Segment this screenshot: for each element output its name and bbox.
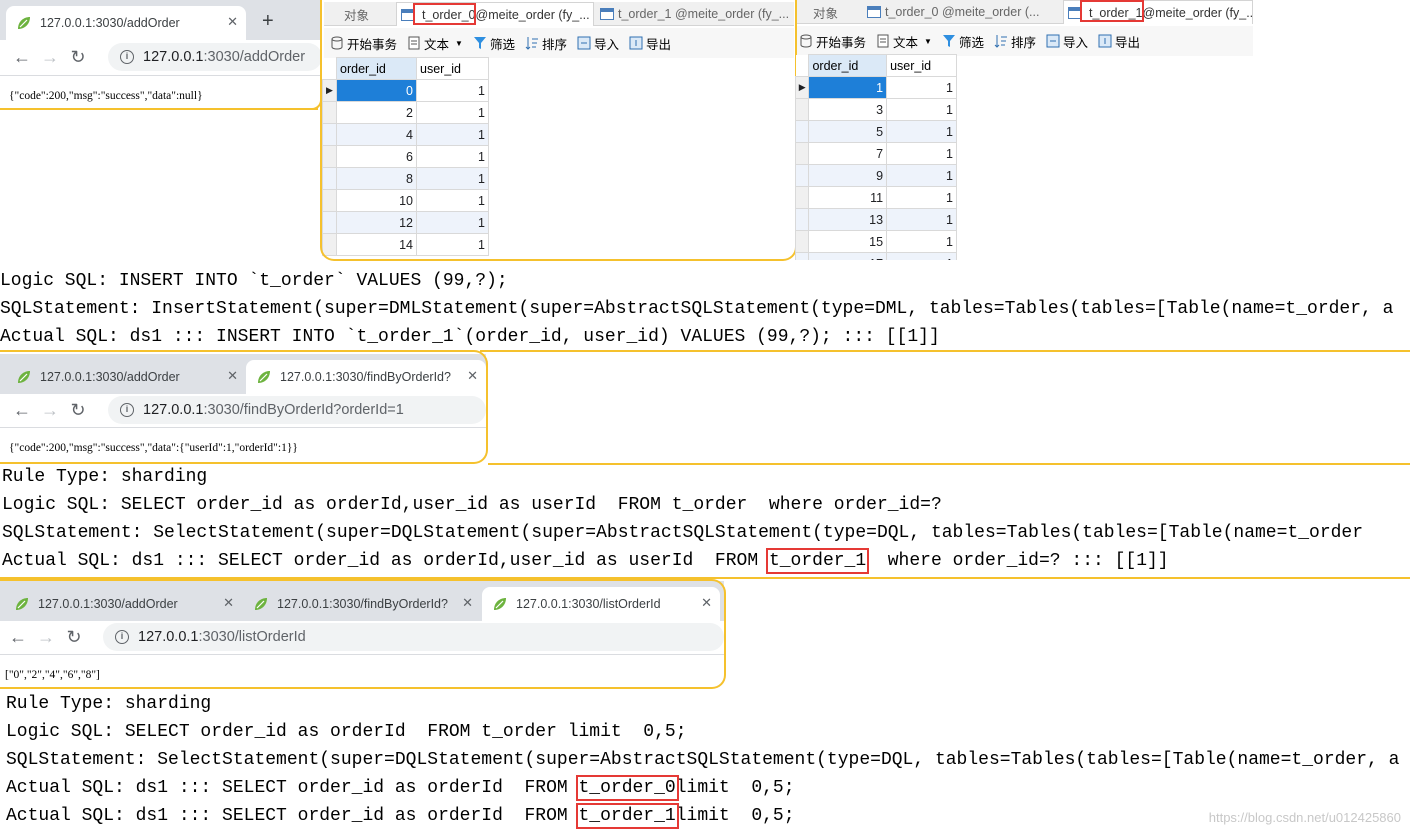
tab-t-order-0[interactable]: t_order_0 @meite_order (... [863, 0, 1059, 24]
log3-actual-sql-1: Actual SQL: ds1 ::: SELECT order_id as o… [6, 775, 795, 801]
table-row[interactable]: 91 [795, 164, 957, 187]
red-highlight-box [1080, 0, 1144, 22]
table-row[interactable]: 15 1 [795, 230, 957, 253]
table-name-highlight: t_order_1 [765, 548, 870, 574]
import-button[interactable]: 导入 [1046, 32, 1088, 51]
log1-actual-sql: Actual SQL: ds1 ::: INSERT INTO `t_order… [0, 327, 940, 347]
log1-sqlstatement: SQLStatement: InsertStatement(super=DMLS… [0, 299, 1394, 319]
import-icon [1046, 34, 1060, 48]
browser2-highlight-frame [0, 350, 488, 464]
navicat2-tabbar: 对象 t_order_0 @meite_order (... t_order_1… [797, 0, 1253, 24]
log1-logic-sql: Logic SQL: INSERT INTO `t_order` VALUES … [0, 271, 508, 291]
log2-rule-type: Rule Type: sharding [2, 467, 208, 487]
column-header-user-id[interactable]: user_id [886, 54, 957, 77]
tab-objects[interactable]: 对象 [813, 0, 863, 24]
log2-logic-sql: Logic SQL: SELECT order_id as orderId,us… [2, 495, 942, 515]
table-row[interactable]: 11 1 [795, 186, 957, 209]
export-button[interactable]: 导出 [1098, 32, 1140, 51]
log2-actual-sql: Actual SQL: ds1 ::: SELECT order_id as o… [2, 548, 1169, 574]
begin-transaction-button[interactable]: 开始事务 [799, 32, 866, 51]
log3-logic-sql: Logic SQL: SELECT order_id as orderId FR… [6, 722, 687, 742]
sort-icon [994, 35, 1007, 48]
section-divider [480, 350, 1410, 352]
navicat1-highlight-frame [320, 0, 797, 261]
watermark: https://blog.csdn.net/u012425860 [1208, 810, 1401, 825]
table-icon [867, 6, 881, 18]
log3-rule-type: Rule Type: sharding [6, 694, 212, 714]
sort-button[interactable]: 排序 [994, 32, 1036, 51]
filter-icon [942, 35, 955, 47]
table-row[interactable]: 71 [795, 142, 957, 165]
database-icon [800, 34, 812, 48]
log3-sqlstatement: SQLStatement: SelectStatement(super=DQLS… [6, 750, 1400, 770]
dropdown-caret-icon: ▼ [924, 36, 932, 46]
navicat2-toolbar: 开始事务 文本 ▼ 筛选 排序 导入 导出 [797, 26, 1253, 56]
url-rest: :3030/addOrder [203, 49, 306, 65]
filter-button[interactable]: 筛选 [942, 32, 984, 51]
new-tab-button[interactable]: + [262, 10, 274, 33]
browser1-address-bar[interactable]: i 127.0.0.1:3030/addOrder [108, 43, 322, 71]
table-row[interactable]: 31 [795, 98, 957, 121]
tab-label-rest: @meite_order (fy_... [1142, 5, 1253, 20]
forward-arrow-icon[interactable]: → [36, 47, 64, 68]
table-name-highlight: t_order_0 [575, 775, 679, 801]
export-icon [1098, 34, 1112, 48]
log3-actual-sql-2: Actual SQL: ds1 ::: SELECT order_id as o… [6, 803, 795, 829]
text-button[interactable]: 文本 ▼ [876, 32, 932, 51]
tab-label: t_order_0 @meite_order (... [885, 5, 1040, 19]
log2-sqlstatement: SQLStatement: SelectStatement(super=DQLS… [2, 523, 1364, 543]
spring-leaf-icon [18, 17, 30, 29]
navicat2-data-grid: order_id user_id ▶ 1 1 31 51 71 91 11 1 13 1 … [795, 54, 957, 260]
column-header-order-id[interactable]: order_id [808, 54, 888, 77]
table-row[interactable]: 171 [795, 252, 957, 260]
row-pointer-icon: ▶ [795, 76, 810, 99]
close-tab-icon[interactable]: ✕ [227, 14, 238, 30]
table-row[interactable]: ▶ 1 1 [795, 76, 957, 99]
document-icon [877, 34, 889, 48]
section-divider [488, 463, 1410, 465]
tab-title: 127.0.0.1:3030/addOrder [40, 16, 180, 30]
back-arrow-icon[interactable]: ← [8, 47, 36, 68]
reload-icon[interactable]: ↻ [64, 47, 92, 68]
browser3-highlight-frame [0, 579, 726, 689]
table-row[interactable]: 13 1 [795, 208, 957, 231]
table-name-highlight: t_order_1 [575, 803, 679, 829]
browser1-tab-addorder[interactable]: 127.0.0.1:3030/addOrder ✕ [6, 6, 246, 40]
navicat2-grid-viewport[interactable]: order_id user_id ▶ 1 1 31 51 71 91 11 1 13 1 … [795, 54, 957, 260]
site-info-icon[interactable]: i [120, 50, 134, 64]
browser1-highlight-frame [0, 100, 322, 110]
url-host: 127.0.0.1 [143, 49, 204, 65]
table-row[interactable]: 51 [795, 120, 957, 143]
